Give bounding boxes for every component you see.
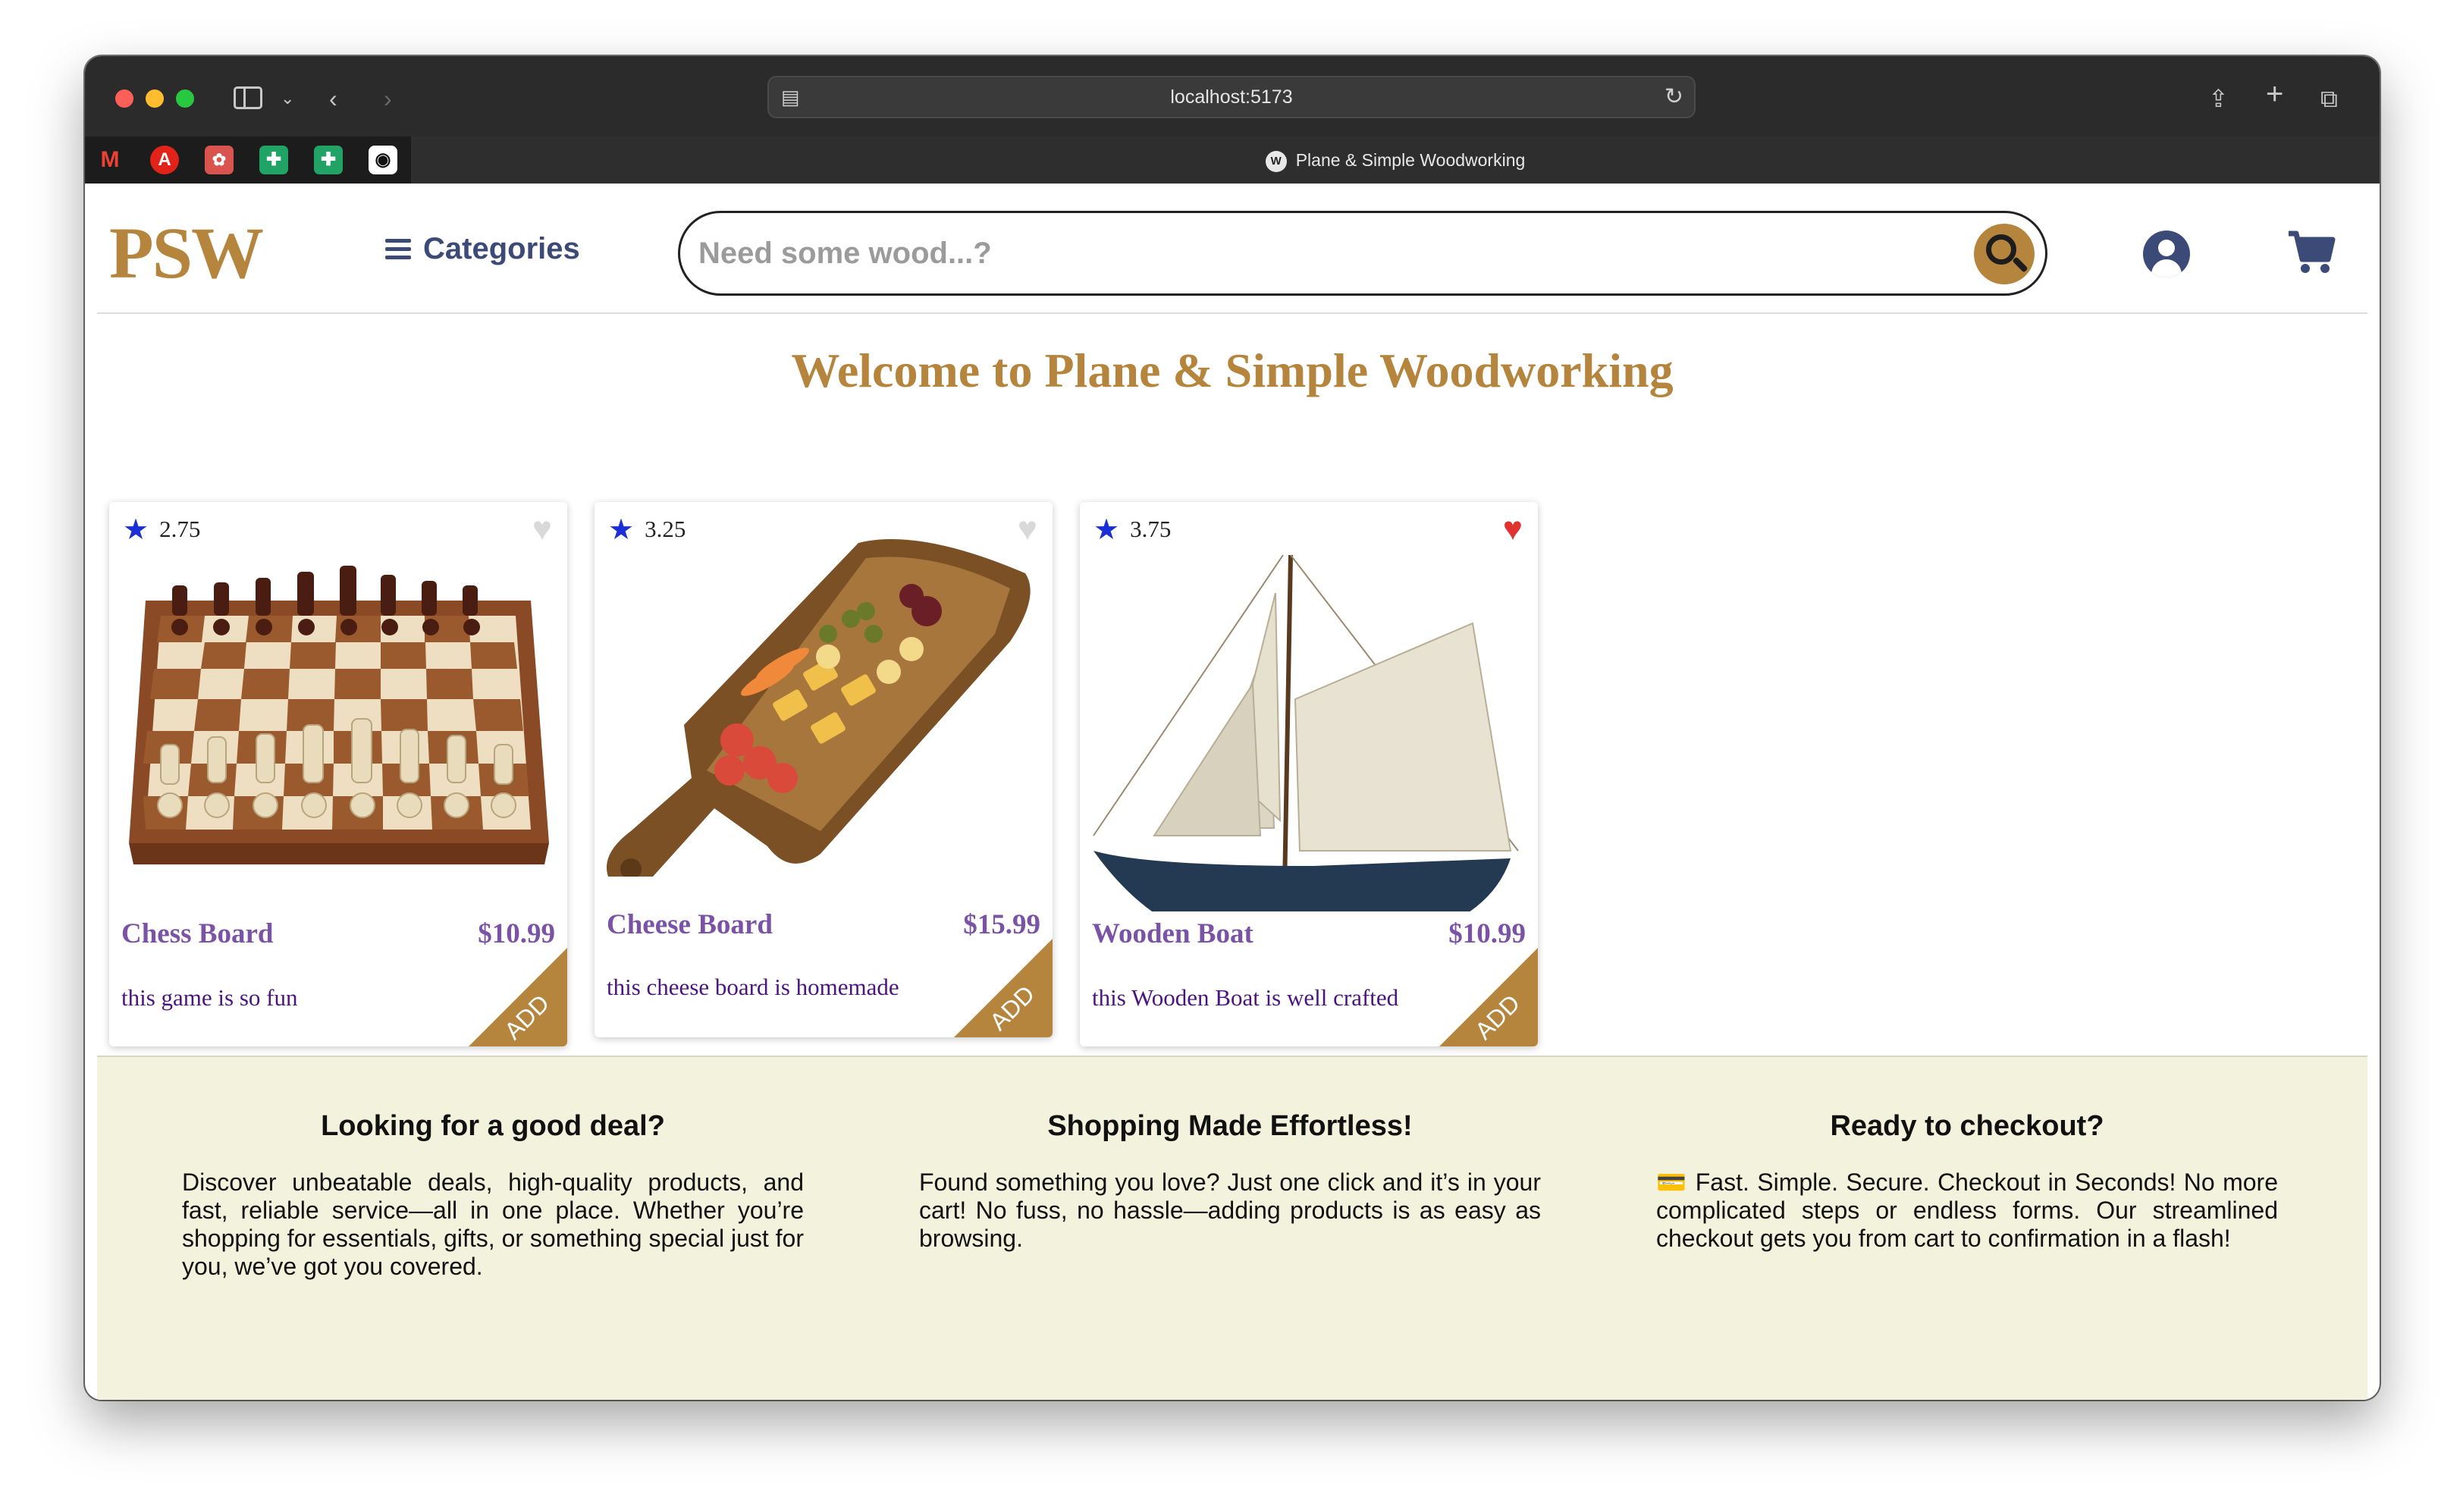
- footer-column: Looking for a good deal? Discover unbeat…: [182, 1110, 804, 1281]
- footer-heading: Ready to checkout?: [1830, 1110, 2104, 1142]
- search-bar: [678, 211, 2047, 296]
- product-price: $10.99: [478, 918, 555, 949]
- footer-text: 💳 Fast. Simple. Secure. Checkout in Seco…: [1656, 1169, 2278, 1252]
- footer-column: Shopping Made Effortless! Found somethin…: [919, 1110, 1541, 1253]
- product-description: this Wooden Boat is well crafted: [1092, 984, 1399, 1011]
- rating: ★ 2.75: [123, 514, 201, 546]
- address-bar[interactable]: ▤ localhost:5173 ↻: [767, 76, 1696, 118]
- angular-icon[interactable]: A: [150, 146, 179, 174]
- footer-column: Ready to checkout? 💳 Fast. Simple. Secur…: [1656, 1110, 2278, 1253]
- tab-title: Plane & Simple Woodworking: [1295, 150, 1526, 170]
- new-tab-icon[interactable]: +: [2266, 79, 2283, 109]
- sheets-icon[interactable]: ✚: [259, 146, 288, 174]
- product-name[interactable]: Wooden Boat: [1092, 918, 1253, 950]
- site-favicon-icon: W: [1265, 150, 1287, 172]
- url-text: localhost:5173: [1170, 86, 1293, 108]
- back-icon[interactable]: ‹: [329, 83, 337, 114]
- search-input[interactable]: [698, 228, 1912, 278]
- menu-icon: [385, 239, 413, 260]
- add-to-cart-button[interactable]: ADD: [954, 939, 1053, 1037]
- star-icon: ★: [123, 514, 149, 546]
- cart-icon[interactable]: [2287, 229, 2336, 274]
- product-description: this game is so fun: [121, 984, 298, 1011]
- product-name[interactable]: Chess Board: [121, 918, 273, 950]
- share-icon[interactable]: ⇪: [2208, 83, 2229, 114]
- product-name[interactable]: Cheese Board: [607, 908, 773, 941]
- product-card[interactable]: ★ 3.75 ♥ Wooden Boat $10.99 this Wooden B…: [1080, 502, 1538, 1046]
- browser-toolbar: ⌄ ‹ › ▤ localhost:5173 ↻ ⇪ + ⧉: [85, 56, 2380, 136]
- app-icon[interactable]: ✿: [205, 146, 234, 174]
- tab-bar: M A ✿ ✚ ✚ ◉ W Plane & Simple Woodworking: [85, 136, 2380, 184]
- search-button[interactable]: [1974, 224, 2035, 284]
- add-to-cart-button[interactable]: ADD: [469, 948, 567, 1046]
- page-title: Welcome to Plane & Simple Woodworking: [791, 343, 1674, 397]
- product-price: $15.99: [963, 909, 1040, 940]
- close-window-button[interactable]: [115, 89, 133, 108]
- categories-label: Categories: [423, 232, 580, 265]
- sheets-icon[interactable]: ✚: [314, 146, 343, 174]
- github-icon[interactable]: ◉: [369, 146, 397, 174]
- tab-active[interactable]: W Plane & Simple Woodworking: [411, 136, 2380, 184]
- forward-icon[interactable]: ›: [384, 83, 392, 114]
- site-settings-icon[interactable]: ▤: [781, 77, 800, 117]
- maximize-window-button[interactable]: [176, 89, 194, 108]
- logo[interactable]: PSW: [109, 217, 264, 290]
- product-price: $10.99: [1448, 918, 1526, 949]
- footer-text: Found something you love? Just one click…: [919, 1169, 1541, 1252]
- add-to-cart-button[interactable]: ADD: [1439, 948, 1538, 1046]
- product-image: [1093, 554, 1519, 911]
- product-image: [129, 566, 549, 864]
- search-icon: [1986, 234, 2016, 265]
- product-image: [607, 539, 1031, 877]
- page-content: PSW Categories Need some wood...? Welcom…: [97, 184, 2367, 1400]
- reload-icon[interactable]: ↻: [1664, 77, 1683, 117]
- sidebar-toggle-icon[interactable]: [234, 86, 262, 109]
- footer-text: Discover unbeatable deals, high-quality …: [182, 1169, 804, 1280]
- chevron-down-icon[interactable]: ⌄: [281, 83, 294, 114]
- product-card[interactable]: ★ 3.25 ♥ Cheese Board $15.99 this cheese …: [595, 502, 1053, 1037]
- categories-button[interactable]: Categories: [385, 229, 580, 268]
- product-card[interactable]: ★ 2.75 ♥ Chess Board $10.99 this game is…: [109, 502, 567, 1046]
- footer-heading: Looking for a good deal?: [321, 1110, 665, 1142]
- footer-heading: Shopping Made Effortless!: [1047, 1110, 1413, 1142]
- favorite-heart-icon[interactable]: ♥: [532, 513, 552, 546]
- site-header: PSW Categories: [97, 184, 2367, 314]
- bookmarks-bar: [85, 136, 411, 184]
- browser-window: ⌄ ‹ › ▤ localhost:5173 ↻ ⇪ + ⧉ M A ✿ ✚ ✚…: [85, 56, 2380, 1400]
- minimize-window-button[interactable]: [146, 89, 164, 108]
- footer: Looking for a good deal? Discover unbeat…: [97, 1056, 2367, 1400]
- product-description: this cheese board is homemade: [607, 974, 899, 1000]
- account-icon[interactable]: [2143, 231, 2190, 278]
- tab-overview-icon[interactable]: ⧉: [2320, 83, 2338, 114]
- gmail-icon[interactable]: M: [96, 146, 124, 174]
